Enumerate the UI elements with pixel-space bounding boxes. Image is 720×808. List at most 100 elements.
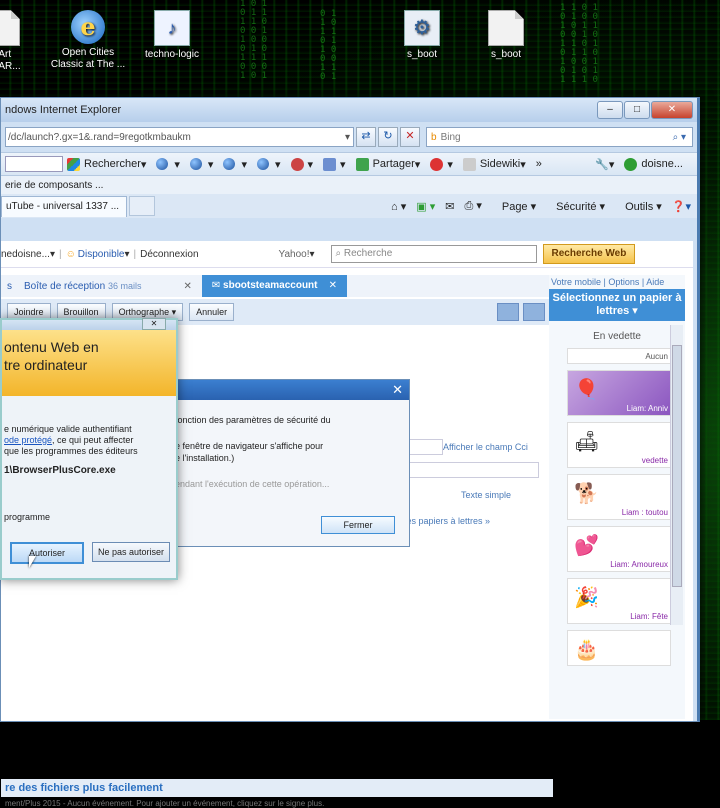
chat-icon[interactable] [523, 303, 545, 321]
document-icon [0, 10, 20, 46]
globe-icon [156, 158, 169, 170]
fermer-button[interactable]: Fermer [321, 516, 395, 534]
sidewiki-button[interactable]: Sidewiki ▾ [462, 157, 526, 171]
stationery-card[interactable]: 🎈 Liam: Anniv [567, 370, 671, 416]
stationery-card[interactable]: 💕 Liam: Amoureux [567, 526, 671, 572]
stop-icon[interactable]: ✕ [400, 127, 420, 147]
desktop-icon[interactable]: ⚙ s_boot [382, 10, 462, 61]
search-placeholder: Bing [440, 131, 461, 143]
toolbar-search-input[interactable] [5, 156, 63, 172]
outils-menu[interactable]: Outils ▾ [615, 200, 662, 213]
desktop-icon[interactable]: e Open Cities Classic at The ... [48, 10, 128, 71]
stationery-link[interactable]: r les papiers à lettres » [399, 516, 490, 526]
puzzle-icon [323, 157, 337, 171]
mail-icon[interactable]: ✉ [445, 200, 454, 213]
tab-compose[interactable]: ✉ sbootsteamaccount ✕ [201, 275, 347, 297]
title-bar[interactable]: ndows Internet Explorer – □ ✕ [1, 98, 697, 122]
partager-button[interactable]: Partager ▾ [355, 157, 420, 171]
dialog-waiting-text: endant l'exécution de cette opération... [175, 479, 330, 489]
logout-link[interactable]: Déconnexion [140, 249, 198, 260]
security-text: e numérique valide authentifiant [4, 424, 132, 434]
dialog-close-icon[interactable]: ✕ [142, 318, 166, 330]
panel-links[interactable]: Votre mobile | Options | Aide [549, 275, 685, 289]
compat-view-icon[interactable]: ⇄ [356, 127, 376, 147]
address-text: /dc/launch?.gx=1&.rand=9regotkmbaukm [8, 131, 191, 143]
status-dropdown[interactable]: Disponible [78, 249, 125, 260]
figure-icon: 🎂 [574, 639, 599, 661]
search-icon[interactable]: ⌕ ▾ [673, 132, 692, 143]
feeds-icon[interactable]: ▣ ▾ [416, 200, 435, 213]
toolbar-button[interactable]: ▾ [323, 157, 346, 171]
matrix-rain: 1 1 0 1 0 1 0 0 1 0 1 1 0 0 1 0 1 1 0 1 … [560, 3, 598, 85]
show-bcc-link[interactable]: Afficher le champ Cci [443, 442, 528, 452]
more-chevron-icon[interactable]: » [536, 158, 542, 170]
matrix-rain: 0 1 1 0 1 1 0 1 1 0 0 0 1 1 0 1 [320, 9, 337, 82]
favorites-item[interactable]: erie de composants ... [5, 180, 103, 191]
home-icon[interactable]: ⌂ ▾ [391, 200, 406, 213]
stationery-card[interactable]: 🎉 Liam: Fête [567, 578, 671, 624]
matrix-rain: 1 0 1 0 1 1 1 1 0 0 0 1 1 0 0 0 1 0 1 1 … [240, 0, 268, 81]
maximize-button[interactable]: □ [624, 101, 650, 119]
figure-icon: 💕 [574, 535, 599, 557]
wav-file-icon: ♪ [154, 10, 190, 46]
help-icon[interactable]: ❓▾ [672, 200, 691, 213]
yahoo-search-input[interactable]: ⌕ Recherche [330, 245, 537, 263]
dialog-close-icon[interactable]: ✕ [392, 382, 403, 398]
google-toolbar: Rechercher ▾ ▾ ▾ ▾ ▾ ▾ ▾ Partager ▾ ▾ Si… [1, 152, 697, 176]
toolbar-button[interactable]: ▾ [430, 157, 453, 171]
desktop-icon[interactable]: nArt He AR... [0, 10, 42, 73]
toolbar-button[interactable]: ▾ [156, 158, 180, 171]
toolbar-button[interactable]: ▾ [223, 158, 247, 171]
wrench-icon[interactable]: 🔧▾ [595, 158, 614, 171]
search-box[interactable]: b Bing ⌕ ▾ [426, 127, 693, 147]
toolbar-button[interactable]: ▾ [189, 158, 213, 171]
desktop-icon[interactable]: ♪ techno-logic [132, 10, 212, 61]
dropdown-arrow-icon[interactable]: ▾ [345, 132, 353, 143]
stationery-card[interactable]: 🎂 [567, 630, 671, 666]
stationery-card[interactable]: Aucun [567, 348, 671, 364]
panel-scrollbar[interactable] [670, 325, 683, 625]
new-tab-button[interactable] [129, 196, 155, 216]
web-search-button[interactable]: Recherche Web [542, 244, 636, 264]
scroll-thumb[interactable] [672, 345, 682, 587]
toolbar-button[interactable]: ▾ [256, 158, 281, 171]
browser-tab[interactable]: uTube - universal 1337 ... [1, 195, 127, 217]
refresh-icon[interactable]: ↻ [378, 127, 398, 147]
stationery-heading[interactable]: Sélectionnez un papier à lettres ▾ [549, 289, 685, 321]
share-icon [355, 157, 369, 171]
tab-inbox[interactable]: Boîte de réception 36 mails [18, 281, 147, 292]
tab-close-icon[interactable]: ✕ [183, 281, 191, 292]
security-text: que les programmes des éditeurs [4, 446, 138, 456]
user-account-button[interactable]: doisne... [624, 157, 683, 171]
close-button[interactable]: ✕ [651, 101, 693, 119]
desktop-icon[interactable]: s_boot [466, 10, 546, 61]
figure-icon: 🎈 [574, 379, 599, 401]
files-link[interactable]: re des fichiers plus facilement [1, 779, 553, 797]
desktop-icon-label: nArt He AR... [0, 49, 21, 72]
security-banner: ontenu Web en tre ordinateur [2, 330, 176, 396]
favorites-bar: erie de composants ... [1, 176, 697, 194]
deny-button[interactable]: Ne pas autoriser [92, 542, 170, 562]
desktop-icon-label: techno-logic [145, 49, 199, 60]
toolbar-button[interactable]: ▾ [290, 157, 313, 171]
address-bar[interactable]: /dc/launch?.gx=1&.rand=9regotkmbaukm ▾ [5, 127, 354, 147]
stationery-card[interactable]: 🐕 Liam : toutou [567, 474, 671, 520]
minimize-button[interactable]: – [597, 101, 623, 119]
page-menu[interactable]: Page ▾ [492, 200, 536, 213]
yahoo-user[interactable]: nedoisne... [1, 249, 50, 260]
allow-button[interactable]: Autoriser [10, 542, 84, 564]
rechercher-button[interactable]: Rechercher ▾ [67, 157, 146, 171]
dialog-text: fonction des paramètres de sécurité du [175, 415, 331, 425]
cancel-button[interactable]: Annuler [189, 303, 235, 321]
securite-menu[interactable]: Sécurité ▾ [546, 200, 605, 213]
protected-mode-link[interactable]: ode protégé [4, 435, 52, 445]
print-icon[interactable]: ⎙ ▾ [464, 199, 481, 213]
desktop-icon-label: Open Cities Classic at The ... [50, 47, 126, 70]
contacts-icon[interactable] [497, 303, 519, 321]
status-icon: ☺ [65, 248, 76, 260]
tab-left[interactable]: s [1, 281, 18, 292]
config-icon: ⚙ [404, 10, 440, 46]
globe-icon [223, 158, 236, 170]
stationery-card[interactable]: 🛋 vedette [567, 422, 671, 468]
plain-text-link[interactable]: Texte simple [461, 490, 511, 500]
